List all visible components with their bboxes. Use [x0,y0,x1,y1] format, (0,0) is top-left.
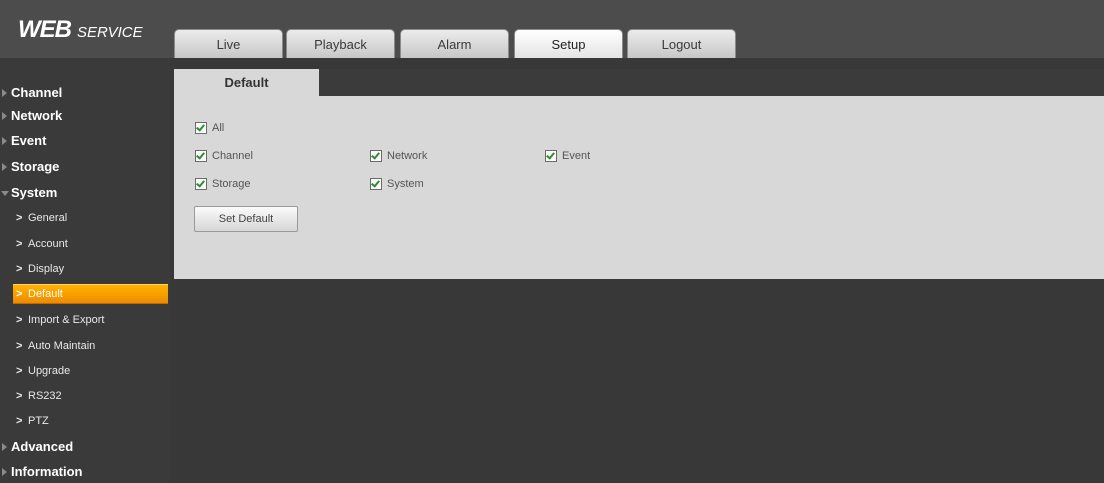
logo-sub-text: SERVICE [77,24,143,41]
tab-live[interactable]: Live [174,29,283,58]
sidebar-subitem-import-export[interactable]: > Import & Export [13,310,168,330]
checkbox-system[interactable]: System [370,178,424,191]
checkbox-checked-icon [370,178,382,191]
sidebar-subitem-account[interactable]: > Account [13,234,168,254]
sidebar-item-network[interactable]: Network [0,105,170,127]
triangle-right-icon [2,137,7,145]
sidebar: Channel Network Event Storage System > Ge… [0,58,170,483]
triangle-right-icon [2,443,7,451]
chevron-right-icon: > [16,238,23,250]
sidebar-subitem-auto-maintain[interactable]: > Auto Maintain [13,336,168,356]
chevron-right-icon: > [16,212,23,224]
sidebar-subitem-display[interactable]: > Display [13,259,168,279]
sidebar-item-advanced[interactable]: Advanced [0,436,170,458]
top-bar: WEB SERVICE Live Playback Alarm Setup Log… [0,0,1104,58]
checkbox-event[interactable]: Event [545,150,590,163]
sidebar-subitem-ptz[interactable]: > PTZ [13,411,168,431]
tab-playback[interactable]: Playback [286,29,395,58]
empty-content-area [174,279,1104,483]
tab-alarm[interactable]: Alarm [400,29,509,58]
logo: WEB SERVICE [18,16,143,44]
checkbox-checked-icon [195,178,207,191]
sidebar-item-information[interactable]: Information [0,461,170,483]
checkbox-all[interactable]: All [195,122,224,135]
tab-setup[interactable]: Setup [514,29,623,58]
triangle-right-icon [2,89,7,97]
logo-main-text: WEB [18,16,72,43]
chevron-right-icon: > [16,340,23,352]
sidebar-item-channel[interactable]: Channel [0,82,170,104]
triangle-right-icon [2,163,7,171]
chevron-right-icon: > [16,365,23,377]
triangle-down-icon [1,191,9,196]
checkbox-checked-icon [545,150,557,163]
tab-default[interactable]: Default [174,69,319,96]
sidebar-item-system[interactable]: System [0,182,170,204]
triangle-right-icon [2,468,7,476]
triangle-right-icon [2,112,7,120]
chevron-right-icon: > [16,288,23,300]
checkbox-checked-icon [195,150,207,163]
chevron-right-icon: > [16,415,23,427]
content-header: Default [174,69,1104,96]
set-default-button[interactable]: Set Default [194,206,298,232]
checkbox-storage[interactable]: Storage [195,178,251,191]
chevron-right-icon: > [16,314,23,326]
sidebar-subitem-general[interactable]: > General [13,208,168,228]
checkbox-checked-icon [370,150,382,163]
sidebar-subitem-rs232[interactable]: > RS232 [13,386,168,406]
checkbox-checked-icon [195,122,207,135]
checkbox-network[interactable]: Network [370,150,427,163]
sidebar-subitem-default[interactable]: > Default [13,284,168,304]
chevron-right-icon: > [16,390,23,402]
sidebar-item-event[interactable]: Event [0,130,170,152]
tab-logout[interactable]: Logout [627,29,736,58]
checkbox-channel[interactable]: Channel [195,150,253,163]
default-settings-panel: All Channel Network Event Storage System… [174,96,1104,279]
sidebar-item-storage[interactable]: Storage [0,156,170,178]
sidebar-subitem-upgrade[interactable]: > Upgrade [13,361,168,381]
chevron-right-icon: > [16,263,23,275]
